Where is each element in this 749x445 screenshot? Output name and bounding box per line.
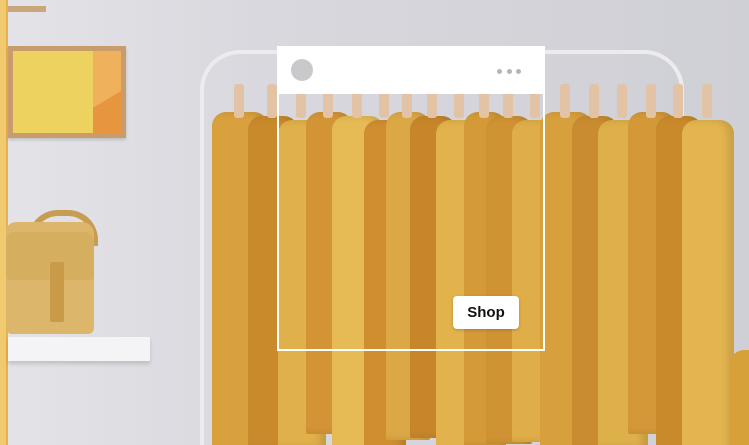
hanger [702,84,712,118]
right-edge-item [730,350,749,445]
hanger [646,84,656,118]
left-edge-strip [0,0,8,445]
hanger [673,84,683,118]
wall-picture-frame [8,46,126,138]
handbag-strap [50,262,64,322]
hanger [589,84,599,118]
shop-button[interactable]: Shop [453,296,519,329]
more-horizontal-icon[interactable] [497,67,521,75]
post-header [279,48,543,94]
ad-preview-scene: Shop [0,0,749,445]
hanger [617,84,627,118]
wall-picture-art [13,51,121,133]
hanger [234,84,244,118]
hanger [560,84,570,118]
garment [682,120,734,445]
avatar-icon [291,59,313,81]
hanger [267,84,277,118]
top-frame-edge [8,6,46,12]
wall-shelf [8,337,150,361]
